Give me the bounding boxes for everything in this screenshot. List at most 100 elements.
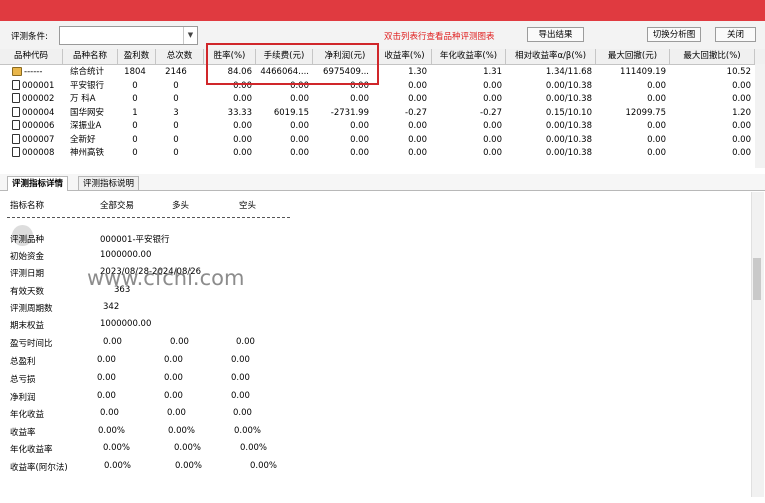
- row-code: 000002: [22, 94, 55, 104]
- metric-value: 0.00: [97, 355, 116, 365]
- row-win-rate: 0.00: [233, 121, 252, 131]
- column-header[interactable]: 收益率(%): [378, 49, 432, 64]
- row-fee: 0.00: [290, 121, 309, 131]
- row-annual: 0.00: [483, 134, 502, 145]
- toolbar: 评测条件: ▼ 双击列表行查看品种评测图表 导出结果 切换分析图 关闭: [0, 21, 765, 50]
- condition-select[interactable]: ▼: [59, 26, 198, 45]
- row-return: -0.27: [405, 107, 427, 118]
- column-header[interactable]: 最大回撤(元): [596, 49, 670, 64]
- row-name: 全新好: [70, 134, 96, 145]
- row-profit-count: 0: [132, 94, 138, 104]
- metric-value: 0.00: [167, 408, 186, 418]
- table-row[interactable]: 000006 深振业A 0 0 0.00 0.00 0.00 0.00 0.00 0.00/10.…: [0, 120, 755, 134]
- row-profit-count: 0: [132, 148, 138, 158]
- metric-value: 0.00%: [103, 443, 131, 453]
- table-row[interactable]: 000008 神州高铁 0 0 0.00 0.00 0.00 0.00 0.00 0.00/10.…: [0, 147, 755, 161]
- row-max-dd: 0.00: [647, 80, 666, 91]
- metric-value: 0.00%: [234, 426, 262, 436]
- table-scrollbar[interactable]: [755, 64, 765, 168]
- detail-scrollbar[interactable]: [751, 192, 764, 497]
- column-header[interactable]: 最大回撤比(%): [670, 49, 755, 64]
- metric-label: 初始资金: [10, 252, 45, 262]
- detail-header-name: 指标名称: [10, 201, 45, 211]
- metric-value: 0.00%: [104, 461, 132, 471]
- chevron-down-icon[interactable]: ▼: [183, 27, 197, 44]
- metric-value: 000001-平安银行: [100, 235, 170, 245]
- metric-value: 0.00: [97, 391, 116, 401]
- file-icon: [12, 93, 20, 103]
- row-annual: 0.00: [483, 80, 502, 91]
- window-title-bar: [0, 0, 765, 21]
- metric-value: 0.00: [97, 373, 116, 383]
- row-relative: 0.00/10.38: [545, 121, 592, 131]
- metric-value: 1000000.00: [100, 250, 152, 260]
- metric-label: 有效天数: [10, 287, 45, 297]
- row-code: 000008: [22, 148, 55, 158]
- row-fee: 0.00: [290, 94, 309, 104]
- file-icon: [12, 133, 20, 144]
- column-header[interactable]: 盈利数: [118, 49, 156, 64]
- row-net-profit: 0.00: [350, 134, 369, 145]
- column-header[interactable]: 相对收益率α/β(%): [506, 49, 596, 64]
- row-win-rate: 0.00: [233, 148, 252, 158]
- export-button[interactable]: 导出结果: [527, 27, 584, 42]
- table-row[interactable]: 000002 万 科A 0 0 0.00 0.00 0.00 0.00 0.00 0.00/10.…: [0, 93, 755, 107]
- table-row[interactable]: 000004 国华网安 1 3 33.33 6019.15 -2731.99 -0.27 -0.…: [0, 106, 755, 121]
- file-icon: [12, 147, 20, 157]
- column-header[interactable]: 品种代码: [0, 49, 63, 64]
- metric-label: 盈亏时间比: [10, 339, 53, 349]
- metric-value: 0.00: [170, 337, 189, 347]
- row-annual: -0.27: [480, 107, 502, 118]
- row-total: 0: [173, 94, 179, 104]
- metric-label: 期末权益: [10, 321, 45, 331]
- row-net-profit: 0.00: [350, 121, 369, 131]
- row-max-dd: 111409.19: [620, 67, 666, 77]
- row-net-profit: 0.00: [350, 148, 369, 158]
- row-code: ------: [24, 67, 43, 77]
- column-header[interactable]: 总次数: [156, 49, 204, 64]
- metric-label: 收益率: [10, 428, 36, 438]
- row-max-dd-ratio: 0.00: [732, 80, 751, 91]
- metric-value: 0.00: [164, 355, 183, 365]
- row-relative: 0.00/10.38: [545, 80, 592, 91]
- metric-value: 0.00: [100, 408, 119, 418]
- row-max-dd: 0.00: [647, 94, 666, 104]
- row-code: 000001: [22, 80, 55, 91]
- row-max-dd-ratio: 1.20: [732, 107, 751, 118]
- watermark: www.cfchi.com: [87, 266, 245, 290]
- summary-icon: [12, 67, 22, 76]
- metric-label: 评测日期: [10, 269, 45, 279]
- metric-value: 342: [103, 302, 120, 312]
- row-win-rate: 33.33: [227, 107, 252, 118]
- row-max-dd-ratio: 10.52: [726, 67, 751, 77]
- row-relative: 0.00/10.38: [545, 94, 592, 104]
- row-win-rate: 0.00: [233, 134, 252, 145]
- detail-tabs: 评测指标详情 评测指标说明: [0, 174, 765, 191]
- column-header[interactable]: 品种名称: [63, 49, 118, 64]
- detail-scroll-thumb[interactable]: [753, 258, 761, 300]
- hint-text: 双击列表行查看品种评测图表: [384, 32, 495, 42]
- switch-chart-button[interactable]: 切换分析图: [647, 27, 701, 42]
- metric-value: 0.00%: [168, 426, 196, 436]
- metric-value: 0.00: [164, 373, 183, 383]
- row-win-rate: 0.00: [233, 94, 252, 104]
- metric-label: 净利润: [10, 393, 36, 403]
- metric-value: 0.00%: [98, 426, 126, 436]
- tab-metric-details[interactable]: 评测指标详情: [7, 176, 69, 191]
- metric-value: 0.00: [236, 337, 255, 347]
- row-name: 平安银行: [70, 80, 105, 91]
- row-net-profit: -2731.99: [330, 107, 369, 118]
- metric-value: 0.00%: [174, 443, 202, 453]
- row-code: 000004: [22, 107, 55, 118]
- row-max-dd: 12099.75: [625, 107, 666, 118]
- row-total: 0: [173, 148, 179, 158]
- metric-value: 0.00: [164, 391, 183, 401]
- table-row[interactable]: 000007 全新好 0 0 0.00 0.00 0.00 0.00 0.00 0.00/10.3…: [0, 133, 755, 148]
- column-header[interactable]: 年化收益率(%): [432, 49, 506, 64]
- row-profit-count: 0: [132, 80, 138, 91]
- metric-value: 0.00%: [175, 461, 203, 471]
- metric-label: 年化收益: [10, 410, 45, 420]
- close-button[interactable]: 关闭: [715, 27, 756, 42]
- row-relative: 0.00/10.38: [545, 148, 592, 158]
- tab-metric-description[interactable]: 评测指标说明: [78, 176, 140, 190]
